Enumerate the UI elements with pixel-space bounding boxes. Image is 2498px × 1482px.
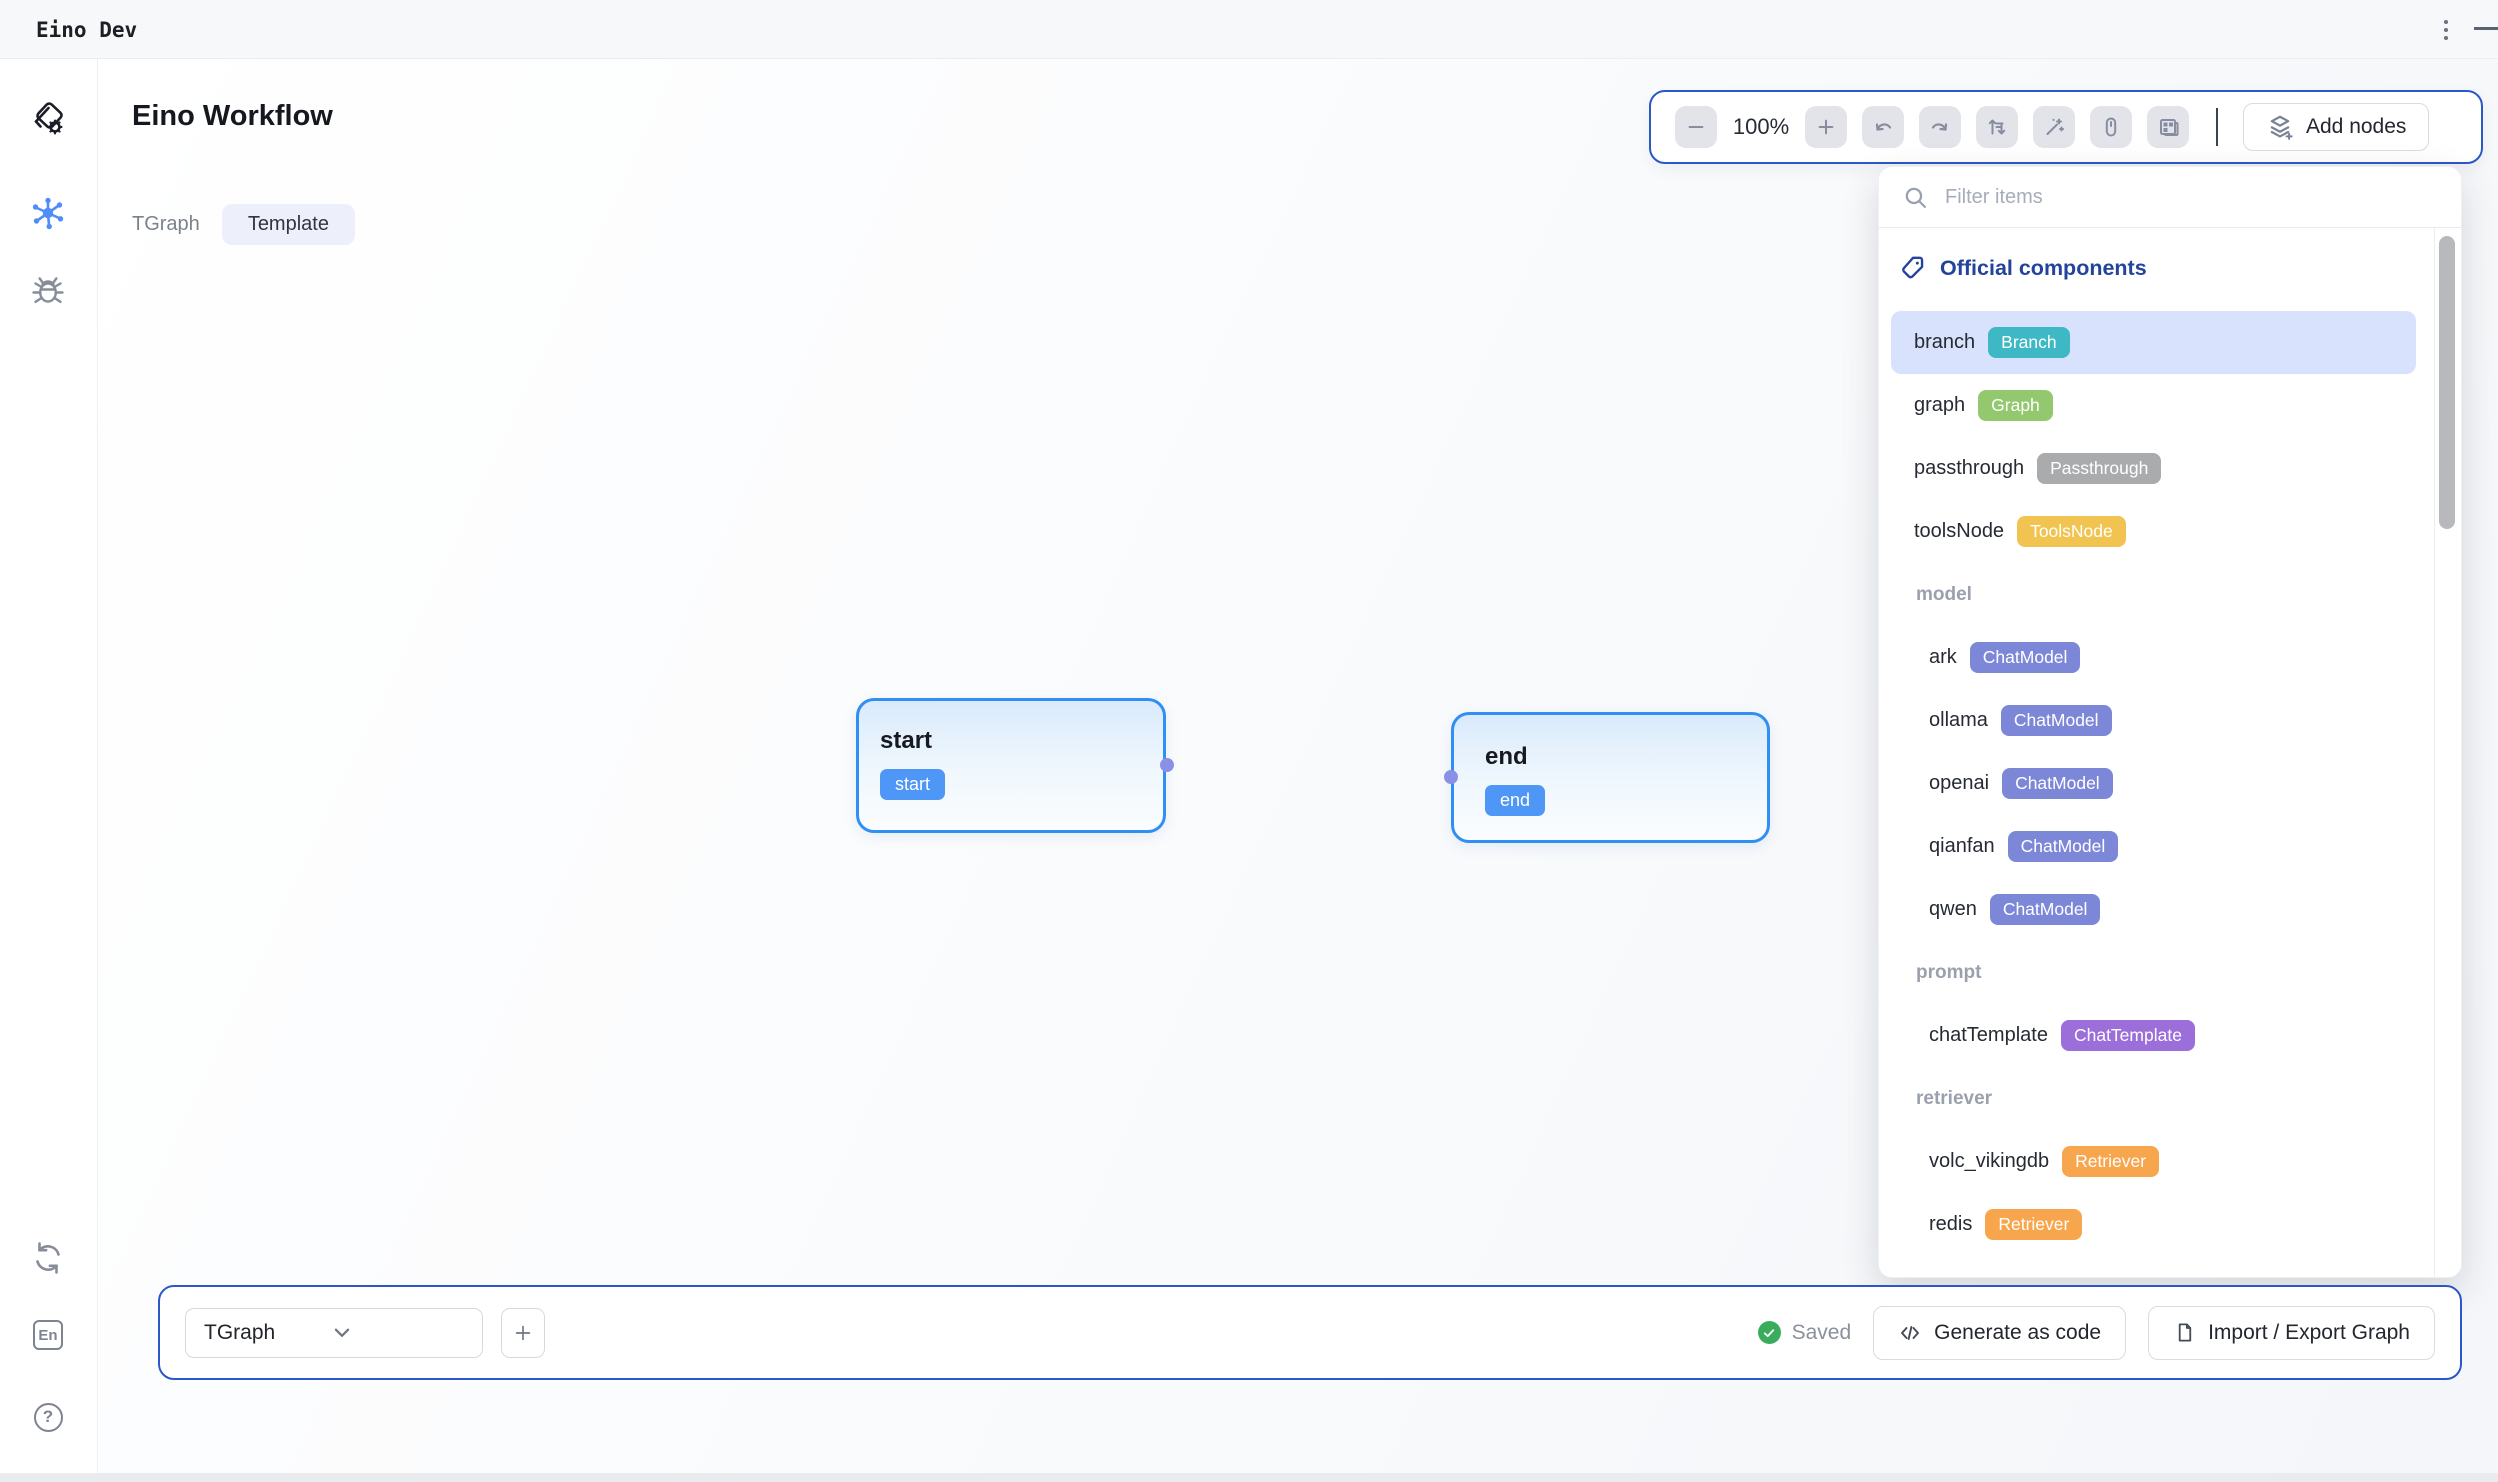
component-item-branch[interactable]: branch Branch bbox=[1891, 311, 2416, 374]
component-item-volc-vikingdb[interactable]: volc_vikingdb Retriever bbox=[1891, 1130, 2416, 1193]
code-icon bbox=[1898, 1321, 1922, 1345]
component-item-passthrough[interactable]: passthrough Passthrough bbox=[1891, 437, 2416, 500]
official-components-label: Official components bbox=[1940, 256, 2147, 281]
redo-icon[interactable] bbox=[1919, 106, 1961, 148]
save-status-label: Saved bbox=[1792, 1321, 1852, 1345]
debug-bug-icon[interactable] bbox=[28, 270, 68, 310]
type-badge: ChatModel bbox=[1970, 642, 2081, 673]
component-item-toolsnode[interactable]: toolsNode ToolsNode bbox=[1891, 500, 2416, 563]
language-label: En bbox=[33, 1320, 63, 1350]
help-label: ? bbox=[34, 1403, 63, 1432]
minimap-layout-icon[interactable] bbox=[2147, 106, 2189, 148]
graph-select-value: TGraph bbox=[204, 1321, 334, 1345]
component-group-prompt: prompt bbox=[1891, 941, 2416, 1004]
component-list: branch Branch graph Graph passthrough Pa… bbox=[1891, 311, 2416, 1256]
chevron-down-icon bbox=[334, 1328, 464, 1338]
component-group-model: model bbox=[1891, 563, 2416, 626]
toolbar-divider bbox=[2216, 108, 2218, 146]
search-icon bbox=[1903, 185, 1928, 210]
generate-as-code-button[interactable]: Generate as code bbox=[1873, 1306, 2126, 1360]
node-start[interactable]: start start bbox=[856, 698, 1166, 833]
app-root: Eino Dev bbox=[0, 0, 2498, 1482]
node-end-input-port[interactable] bbox=[1444, 770, 1458, 784]
page-title: Eino Workflow bbox=[132, 100, 333, 133]
type-badge: Retriever bbox=[2062, 1146, 2159, 1177]
eino-logo-icon[interactable] bbox=[28, 101, 68, 141]
tag-icon bbox=[1899, 255, 1926, 282]
panel-search-row bbox=[1879, 167, 2461, 228]
tab-tgraph[interactable]: TGraph bbox=[132, 213, 200, 236]
component-item-chattemplate[interactable]: chatTemplate ChatTemplate bbox=[1891, 1004, 2416, 1067]
type-badge: Branch bbox=[1988, 327, 2069, 358]
add-nodes-button[interactable]: Add nodes bbox=[2243, 103, 2429, 151]
tab-template[interactable]: Template bbox=[222, 204, 355, 245]
node-start-output-port[interactable] bbox=[1160, 758, 1174, 772]
language-icon[interactable]: En bbox=[28, 1315, 68, 1355]
official-components-header: Official components bbox=[1899, 255, 2147, 282]
node-end-badge: end bbox=[1485, 785, 1545, 816]
node-end-title: end bbox=[1485, 743, 1767, 771]
component-group-retriever: retriever bbox=[1891, 1067, 2416, 1130]
zoom-level: 100% bbox=[1732, 114, 1790, 140]
file-icon bbox=[2173, 1321, 2196, 1344]
magic-wand-icon[interactable] bbox=[2033, 106, 2075, 148]
auto-layout-icon[interactable] bbox=[1976, 106, 2018, 148]
window-minimize-icon[interactable] bbox=[2474, 27, 2498, 30]
generate-as-code-label: Generate as code bbox=[1934, 1321, 2101, 1345]
window-titlebar: Eino Dev bbox=[0, 0, 2498, 59]
add-nodes-panel: Official components branch Branch graph … bbox=[1878, 166, 2462, 1278]
add-graph-button[interactable] bbox=[501, 1308, 545, 1358]
node-end[interactable]: end end bbox=[1451, 712, 1770, 843]
type-badge: Retriever bbox=[1985, 1209, 2082, 1240]
zoom-out-button[interactable] bbox=[1675, 106, 1717, 148]
component-item-ollama[interactable]: ollama ChatModel bbox=[1891, 689, 2416, 752]
component-item-graph[interactable]: graph Graph bbox=[1891, 374, 2416, 437]
type-badge: ChatModel bbox=[2008, 831, 2119, 862]
component-item-openai[interactable]: openai ChatModel bbox=[1891, 752, 2416, 815]
component-item-qianfan[interactable]: qianfan ChatModel bbox=[1891, 815, 2416, 878]
bottom-strip bbox=[0, 1473, 2498, 1482]
type-badge: ChatTemplate bbox=[2061, 1020, 2195, 1051]
workflow-graph-icon[interactable] bbox=[28, 193, 68, 233]
component-item-redis[interactable]: redis Retriever bbox=[1891, 1193, 2416, 1256]
node-start-badge: start bbox=[880, 769, 945, 800]
graph-select[interactable]: TGraph bbox=[185, 1308, 483, 1358]
import-export-label: Import / Export Graph bbox=[2208, 1321, 2410, 1345]
window-title: Eino Dev bbox=[36, 0, 137, 59]
scrollbar-thumb[interactable] bbox=[2439, 236, 2455, 529]
filter-items-input[interactable] bbox=[1945, 186, 2437, 209]
node-start-title: start bbox=[880, 727, 1163, 755]
save-status: Saved bbox=[1758, 1321, 1852, 1345]
type-badge: Passthrough bbox=[2037, 453, 2161, 484]
undo-icon[interactable] bbox=[1862, 106, 1904, 148]
type-badge: ChatModel bbox=[1990, 894, 2101, 925]
mouse-pan-icon[interactable] bbox=[2090, 106, 2132, 148]
scrollbar-track bbox=[2434, 228, 2435, 1277]
sidebar: En ? bbox=[0, 59, 98, 1473]
import-export-button[interactable]: Import / Export Graph bbox=[2148, 1306, 2435, 1360]
canvas-toolbar: 100% bbox=[1649, 90, 2483, 164]
type-badge: ChatModel bbox=[2001, 705, 2112, 736]
layers-plus-icon bbox=[2266, 113, 2294, 141]
component-item-qwen[interactable]: qwen ChatModel bbox=[1891, 878, 2416, 941]
help-icon[interactable]: ? bbox=[28, 1397, 68, 1437]
window-menu-kebab-icon[interactable] bbox=[2437, 15, 2455, 45]
check-icon bbox=[1758, 1321, 1781, 1344]
type-badge: ChatModel bbox=[2002, 768, 2113, 799]
type-badge: ToolsNode bbox=[2017, 516, 2126, 547]
component-item-ark[interactable]: ark ChatModel bbox=[1891, 626, 2416, 689]
zoom-in-button[interactable] bbox=[1805, 106, 1847, 148]
graph-tabs: TGraph Template bbox=[132, 204, 355, 245]
refresh-icon[interactable] bbox=[28, 1238, 68, 1278]
graph-footer-bar: TGraph Saved bbox=[158, 1285, 2462, 1380]
type-badge: Graph bbox=[1978, 390, 2053, 421]
add-nodes-label: Add nodes bbox=[2306, 115, 2406, 139]
